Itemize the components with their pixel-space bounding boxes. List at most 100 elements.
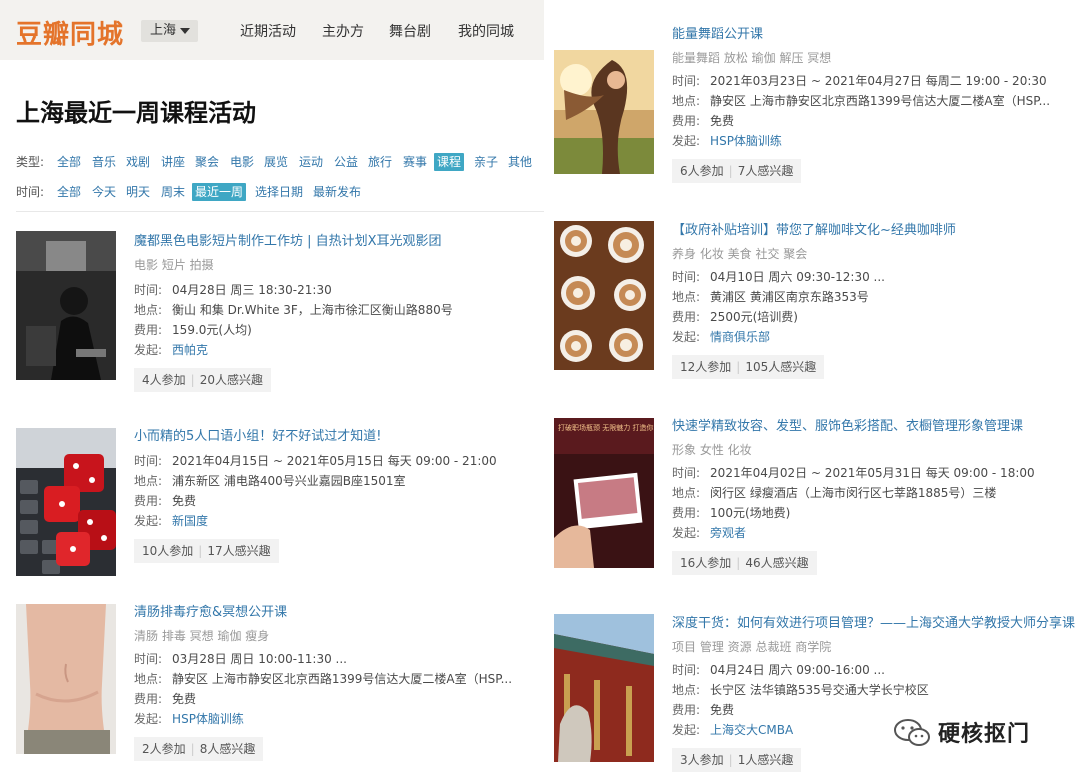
event-image-university[interactable]: [554, 614, 654, 762]
fee-label: 费用:: [134, 692, 163, 706]
event-place-row: 地点: 衡山 和集 Dr.White 3F，上海市徐汇区衡山路880号: [134, 300, 534, 320]
event-info: 小而精的5人口语小组！好不好试过才知道! 时间: 2021年04月15日 ~ 20…: [134, 427, 534, 563]
joined-count[interactable]: 16人参加: [680, 556, 731, 570]
type-parenting[interactable]: 亲子: [474, 153, 498, 171]
event-host-row: 发起: 旁观者: [672, 523, 1072, 543]
time-pick-date[interactable]: 选择日期: [255, 183, 303, 201]
douban-logo[interactable]: 豆瓣同城: [16, 14, 124, 51]
type-competition[interactable]: 赛事: [403, 153, 427, 171]
type-lecture[interactable]: 讲座: [161, 153, 185, 171]
interested-count[interactable]: 8人感兴趣: [200, 742, 256, 756]
joined-count[interactable]: 10人参加: [142, 544, 193, 558]
time-label: 时间:: [672, 270, 701, 284]
event-host-link[interactable]: HSP体脑训练: [172, 712, 244, 726]
event-info: 清肠排毒疗愈&冥想公开课 清肠 排毒 冥想 瑜伽 瘦身 时间: 03月28日 周日…: [134, 603, 534, 761]
interested-count[interactable]: 46人感兴趣: [745, 556, 808, 570]
interested-count[interactable]: 105人感兴趣: [745, 360, 816, 374]
event-title[interactable]: 小而精的5人口语小组！好不好试过才知道!: [134, 427, 534, 447]
type-drama[interactable]: 戏剧: [126, 153, 150, 171]
event-title[interactable]: 【政府补贴培训】带您了解咖啡文化~经典咖啡师: [672, 221, 1072, 241]
event-host-link[interactable]: 上海交大CMBA: [710, 723, 793, 737]
event-fee-row: 费用: 免费: [134, 491, 534, 511]
fee-label: 费用:: [672, 703, 701, 717]
nav-organizers[interactable]: 主办方: [322, 21, 364, 41]
poster-text: 打破职场瓶颈 无限魅力 打造你的职场影响力: [558, 423, 654, 432]
joined-count[interactable]: 3人参加: [680, 753, 724, 767]
type-sports[interactable]: 运动: [299, 153, 323, 171]
time-tomorrow[interactable]: 明天: [126, 183, 150, 201]
time-all[interactable]: 全部: [57, 183, 81, 201]
event-title[interactable]: 清肠排毒疗愈&冥想公开课: [134, 603, 534, 623]
event-tags: 电影 短片 拍摄: [134, 258, 214, 272]
event-place-row: 地点: 浦东新区 浦电路400号兴业嘉园B座1501室: [134, 471, 534, 491]
type-music[interactable]: 音乐: [92, 153, 116, 171]
event-tags: 能量舞蹈 放松 瑜伽 解压 冥想: [672, 51, 832, 65]
event-place: 闵行区 绿瘦酒店（上海市闵行区七莘路1885号）三楼: [710, 486, 997, 500]
event-fee: 免费: [172, 494, 197, 508]
event-host-link[interactable]: 旁观者: [710, 526, 746, 540]
event-fee-row: 费用: 2500元(培训费): [672, 307, 1072, 327]
type-film[interactable]: 电影: [230, 153, 254, 171]
type-party[interactable]: 聚会: [195, 153, 219, 171]
city-selector[interactable]: 上海: [141, 20, 198, 42]
interested-count[interactable]: 20人感兴趣: [200, 373, 263, 387]
event-host-link[interactable]: 情商俱乐部: [710, 330, 770, 344]
host-label: 发起:: [134, 712, 163, 726]
event-title[interactable]: 深度干货：如何有效进行项目管理？——上海交通大学教授大师分享课: [672, 614, 1075, 634]
time-newest[interactable]: 最新发布: [313, 183, 361, 201]
event-tags: 项目 管理 资源 总裁班 商学院: [672, 640, 832, 654]
type-course-selected[interactable]: 课程: [434, 153, 465, 171]
event-image-poster[interactable]: 打破职场瓶颈 无限魅力 打造你的职场影响力: [554, 418, 654, 568]
event-title[interactable]: 魔都黑色电影短片制作工作坊 | 自热计划X耳光观影团: [134, 232, 534, 252]
joined-count[interactable]: 12人参加: [680, 360, 731, 374]
joined-count[interactable]: 2人参加: [142, 742, 186, 756]
interested-count[interactable]: 17人感兴趣: [207, 544, 270, 558]
event-image-dice[interactable]: [16, 428, 116, 576]
host-label: 发起:: [672, 330, 701, 344]
top-nav-bar: 豆瓣同城 上海 近期活动 主办方 舞台剧 我的同城: [0, 0, 544, 60]
time-this-week-selected[interactable]: 最近一周: [192, 183, 247, 201]
type-travel[interactable]: 旅行: [368, 153, 392, 171]
event-host-link[interactable]: 新国度: [172, 514, 208, 528]
interested-count[interactable]: 7人感兴趣: [738, 164, 794, 178]
event-image-dance[interactable]: [554, 50, 654, 174]
event-stats: 3人参加 | 1人感兴趣: [672, 748, 802, 772]
interested-count[interactable]: 1人感兴趣: [738, 753, 794, 767]
event-fee-row: 费用: 免费: [672, 111, 1072, 131]
place-label: 地点:: [134, 303, 163, 317]
event-host-link[interactable]: HSP体脑训练: [710, 134, 782, 148]
event-title[interactable]: 能量舞蹈公开课: [672, 25, 1072, 45]
nav-stage-plays[interactable]: 舞台剧: [389, 21, 431, 41]
event-image-film[interactable]: [16, 231, 116, 380]
event-time: 04月28日 周三 18:30-21:30: [172, 283, 332, 297]
nav-my-city[interactable]: 我的同城: [458, 21, 514, 41]
joined-count[interactable]: 4人参加: [142, 373, 186, 387]
page-title: 上海最近一周课程活动: [16, 99, 256, 127]
event-fee-row: 费用: 免费: [134, 689, 534, 709]
event-time-row: 时间: 2021年03月23日 ~ 2021年04月27日 每周二 19:00 -…: [672, 71, 1072, 91]
fee-label: 费用:: [672, 310, 701, 324]
event-image-body[interactable]: [16, 604, 116, 754]
event-title[interactable]: 快速学精致妆容、发型、服饰色彩搭配、衣橱管理形象管理课: [672, 417, 1072, 437]
time-weekend[interactable]: 周末: [161, 183, 185, 201]
type-all[interactable]: 全部: [57, 153, 81, 171]
time-label: 时间:: [134, 652, 163, 666]
time-filter-label: 时间:: [16, 185, 45, 199]
place-label: 地点:: [672, 486, 701, 500]
type-charity[interactable]: 公益: [334, 153, 358, 171]
event-host-link[interactable]: 西帕克: [172, 343, 208, 357]
place-label: 地点:: [134, 474, 163, 488]
fee-label: 费用:: [134, 494, 163, 508]
event-stats: 12人参加 | 105人感兴趣: [672, 355, 825, 379]
time-today[interactable]: 今天: [92, 183, 116, 201]
event-place-row: 地点: 静安区 上海市静安区北京西路1399号信达大厦二楼A室（HSP...: [672, 91, 1072, 111]
joined-count[interactable]: 6人参加: [680, 164, 724, 178]
type-other[interactable]: 其他: [508, 153, 532, 171]
nav-recent-events[interactable]: 近期活动: [240, 21, 296, 41]
type-exhibition[interactable]: 展览: [264, 153, 288, 171]
event-tags: 养身 化妆 美食 社交 聚会: [672, 247, 808, 261]
event-image-coffee[interactable]: [554, 221, 654, 370]
place-label: 地点:: [134, 672, 163, 686]
event-stats: 4人参加 | 20人感兴趣: [134, 368, 271, 392]
event-fee: 2500元(培训费): [710, 310, 798, 324]
